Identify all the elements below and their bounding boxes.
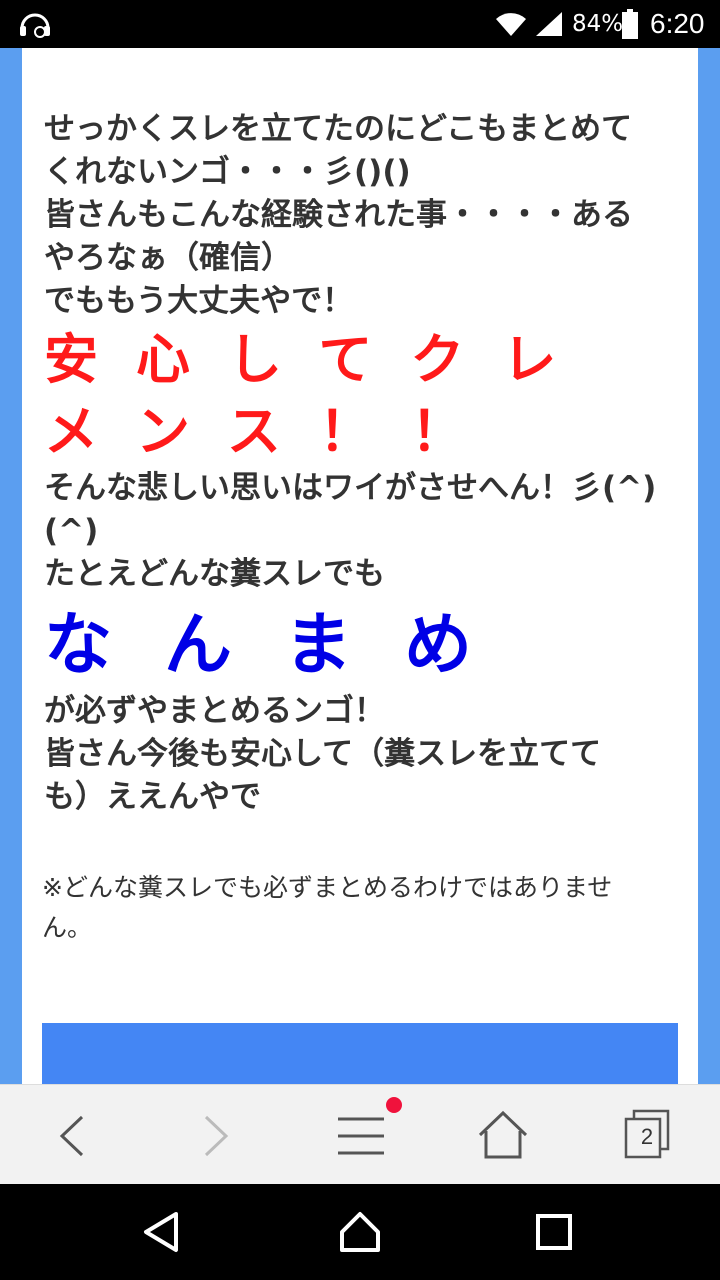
square-recents-icon xyxy=(536,1214,572,1250)
triangle-back-icon xyxy=(144,1212,178,1252)
nav-home-button[interactable] xyxy=(336,1208,384,1256)
headset-settings-icon xyxy=(18,8,52,40)
wifi-icon xyxy=(494,10,528,38)
article-line: せっかくスレを立てたのにどこもまとめて xyxy=(44,111,633,147)
disclaimer-note: ※どんな糞スレでも必ずまとめるわけではありませ ん。 xyxy=(42,873,613,942)
article-line: そんな悲しい思いはワイがさせへん！彡(^) xyxy=(44,470,657,506)
nav-recents-button[interactable] xyxy=(530,1208,578,1256)
chevron-left-icon xyxy=(59,1115,84,1157)
article-body: せっかくスレを立てたのにどこもまとめて くれないンゴ・・・彡()() 皆さんもこ… xyxy=(44,108,684,819)
article-line: たとえどんな糞スレでも xyxy=(44,556,385,592)
blue-banner[interactable] xyxy=(42,1023,678,1084)
article-line: 皆さん今後も安心して（糞スレを立てて xyxy=(44,736,602,772)
nav-back-button[interactable] xyxy=(138,1208,186,1256)
browser-toolbar: 2 xyxy=(0,1084,720,1185)
article-line: が必ずやまとめるンゴ！ xyxy=(44,693,385,729)
battery-icon xyxy=(622,9,638,39)
menu-icon xyxy=(338,1117,384,1155)
article-line: 皆さんもこんな経験された事・・・・ある xyxy=(44,197,633,233)
back-button[interactable] xyxy=(38,1103,108,1169)
battery-percent: 84% xyxy=(572,11,624,37)
article-line: も）ええんやで xyxy=(44,779,261,815)
article-line: やろなぁ（確信） xyxy=(44,240,292,276)
system-nav-bar xyxy=(0,1184,720,1280)
web-page: せっかくスレを立てたのにどこもまとめて くれないンゴ・・・彡()() 皆さんもこ… xyxy=(0,48,720,1084)
red-headline-1: 安心してクレ xyxy=(44,328,595,391)
signal-icon xyxy=(534,10,564,38)
chevron-right-icon xyxy=(204,1115,229,1157)
home-icon xyxy=(478,1110,528,1159)
menu-button[interactable] xyxy=(326,1103,396,1169)
article-line: くれないンゴ・・・彡()() xyxy=(44,154,411,190)
home-button[interactable] xyxy=(468,1103,538,1169)
article-line: (^) xyxy=(44,513,99,549)
home-outline-icon xyxy=(340,1212,380,1252)
forward-button[interactable] xyxy=(180,1103,250,1169)
notification-dot xyxy=(386,1097,402,1113)
red-headline-2: メンス！！ xyxy=(44,400,503,463)
tab-count: 2 xyxy=(640,1124,654,1149)
clock: 6:20 xyxy=(650,8,705,39)
content-panel: せっかくスレを立てたのにどこもまとめて くれないンゴ・・・彡()() 皆さんもこ… xyxy=(22,48,698,1084)
status-bar: 84% 6:20 xyxy=(0,0,720,48)
blue-headline: なんまめ xyxy=(44,606,525,685)
article-line: でももう大丈夫やで！ xyxy=(44,283,354,319)
